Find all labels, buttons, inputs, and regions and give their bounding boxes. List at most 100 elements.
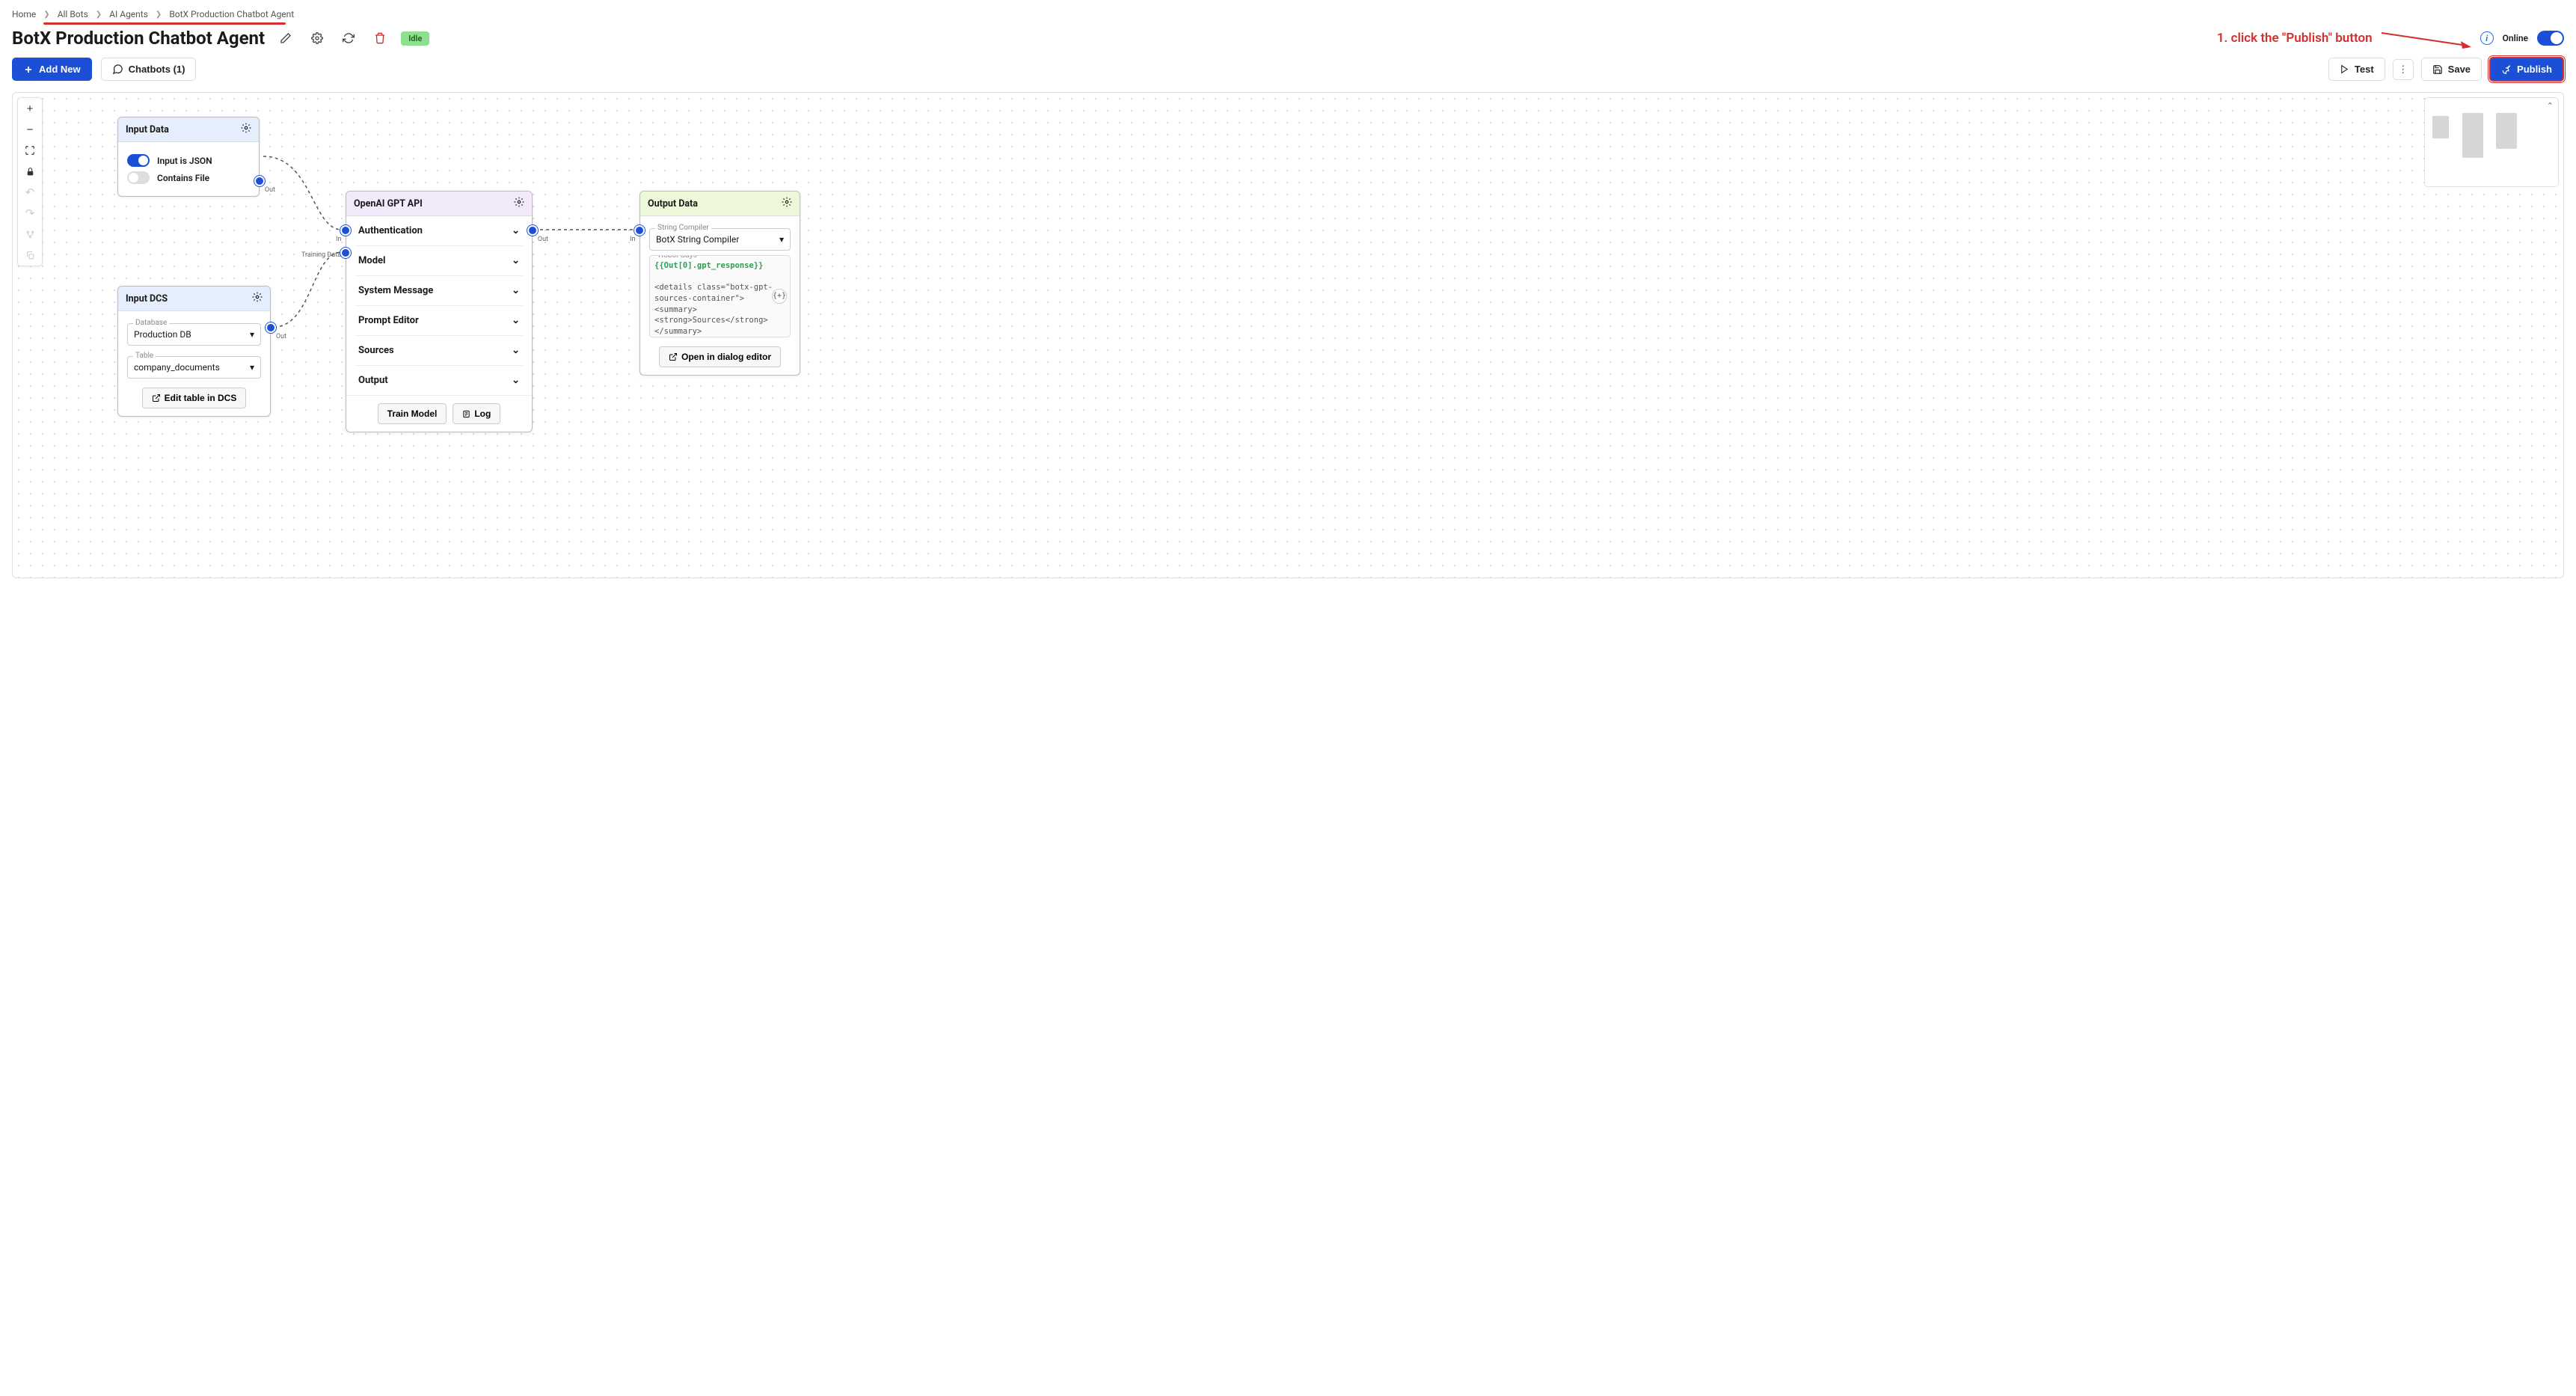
- publish-label: Publish: [2517, 64, 2552, 75]
- field-label: Robot Says: [656, 255, 699, 261]
- accordion-model[interactable]: Model⌄: [355, 245, 523, 275]
- port-label: Training Data: [301, 251, 341, 259]
- open-dialog-editor-button[interactable]: Open in dialog editor: [659, 346, 781, 367]
- breadcrumb-all-bots[interactable]: All Bots: [58, 9, 88, 19]
- button-label: Edit table in DCS: [165, 393, 237, 403]
- online-label: Online: [2503, 33, 2528, 43]
- field-label: Table: [133, 352, 156, 360]
- train-model-button[interactable]: Train Model: [378, 403, 447, 424]
- robot-says-editor[interactable]: Robot Says {{Out[0].gpt_response}} <deta…: [649, 255, 791, 337]
- copy-icon: [18, 245, 42, 266]
- gear-icon[interactable]: [307, 28, 328, 49]
- log-button[interactable]: Log: [453, 403, 500, 424]
- field-label: String Compiler: [655, 224, 711, 232]
- status-badge: Idle: [401, 31, 429, 46]
- breadcrumb-ai-agents[interactable]: AI Agents: [109, 9, 148, 19]
- port-training[interactable]: [340, 248, 351, 258]
- lock-icon[interactable]: [18, 161, 42, 182]
- gear-icon[interactable]: [241, 123, 251, 136]
- breadcrumb-home[interactable]: Home: [12, 9, 36, 19]
- node-input-dcs[interactable]: Input DCS Database Production DB ▾ Table…: [117, 286, 271, 417]
- online-toggle[interactable]: [2537, 31, 2564, 46]
- chatbots-label: Chatbots (1): [129, 64, 185, 75]
- edit-icon[interactable]: [275, 28, 296, 49]
- port-out[interactable]: [266, 322, 276, 333]
- zoom-out-icon[interactable]: −: [18, 119, 42, 140]
- minimap-collapse-icon[interactable]: ⌃: [2547, 101, 2554, 111]
- chevron-down-icon: ▾: [250, 329, 254, 340]
- gear-icon[interactable]: [252, 292, 263, 305]
- page-title: BotX Production Chatbot Agent: [12, 28, 265, 49]
- select-value: BotX String Compiler: [656, 234, 739, 245]
- branch-icon: [18, 224, 42, 245]
- zoom-in-icon[interactable]: +: [18, 98, 42, 119]
- port-in[interactable]: [340, 225, 351, 236]
- save-button[interactable]: Save: [2421, 58, 2482, 81]
- node-gpt-api[interactable]: OpenAI GPT API Authentication⌄ Model⌄ Sy…: [346, 191, 533, 432]
- more-icon[interactable]: ⋮: [2393, 59, 2414, 80]
- chevron-down-icon: ⌄: [512, 255, 520, 266]
- fullscreen-icon[interactable]: [18, 140, 42, 161]
- test-button[interactable]: Test: [2328, 58, 2385, 81]
- accordion-authentication[interactable]: Authentication⌄: [355, 216, 523, 245]
- gear-icon[interactable]: [782, 197, 792, 210]
- node-input-data[interactable]: Input Data Input is JSON Contains File O…: [117, 117, 260, 197]
- contains-file-toggle[interactable]: [127, 171, 150, 184]
- port-out[interactable]: [527, 225, 538, 236]
- node-title: Input Data: [126, 124, 169, 135]
- node-output-data[interactable]: Output Data String Compiler BotX String …: [640, 191, 800, 376]
- chevron-right-icon: ❯: [156, 10, 162, 19]
- add-new-label: Add New: [39, 64, 81, 75]
- refresh-icon[interactable]: [338, 28, 359, 49]
- breadcrumb: Home ❯ All Bots ❯ AI Agents ❯ BotX Produ…: [0, 0, 2576, 24]
- gear-icon[interactable]: [514, 197, 524, 210]
- chevron-down-icon: ⌄: [512, 345, 520, 356]
- node-title: Output Data: [648, 198, 698, 209]
- select-value: company_documents: [134, 362, 220, 373]
- port-label: Out: [265, 186, 275, 194]
- accordion-output[interactable]: Output⌄: [355, 365, 523, 395]
- edit-table-button[interactable]: Edit table in DCS: [142, 388, 247, 408]
- save-label: Save: [2448, 64, 2471, 75]
- chevron-down-icon: ⌄: [512, 375, 520, 386]
- accordion-system-message[interactable]: System Message⌄: [355, 275, 523, 305]
- add-new-button[interactable]: Add New: [12, 58, 92, 81]
- field-label: Database: [133, 319, 169, 327]
- chevron-down-icon: ▾: [250, 362, 254, 373]
- node-title: OpenAI GPT API: [354, 198, 423, 209]
- undo-icon: ↶: [18, 182, 42, 203]
- input-json-toggle[interactable]: [127, 154, 150, 167]
- annotation-underline: [43, 22, 286, 25]
- chevron-right-icon: ❯: [43, 10, 49, 19]
- accordion-prompt-editor[interactable]: Prompt Editor⌄: [355, 305, 523, 335]
- chevron-down-icon: ⌄: [512, 315, 520, 326]
- test-label: Test: [2355, 64, 2374, 75]
- port-label: Out: [538, 236, 548, 243]
- port-out[interactable]: [254, 176, 265, 186]
- port-in[interactable]: [634, 225, 645, 236]
- info-icon[interactable]: i: [2480, 31, 2494, 45]
- publish-button[interactable]: Publish: [2489, 57, 2564, 82]
- chevron-right-icon: ❯: [96, 10, 102, 19]
- redo-icon: ↷: [18, 203, 42, 224]
- minimap[interactable]: ⌃: [2424, 97, 2559, 187]
- annotation-text: 1. click the "Publish" button: [2217, 31, 2373, 46]
- toggle-label: Contains File: [157, 173, 209, 183]
- button-label: Open in dialog editor: [681, 352, 771, 362]
- chevron-down-icon: ⌄: [512, 225, 520, 236]
- port-label: Out: [276, 333, 286, 340]
- annotation-arrow: [2382, 27, 2471, 49]
- accordion-sources[interactable]: Sources⌄: [355, 335, 523, 365]
- canvas-toolbar: + − ↶ ↷: [17, 97, 43, 266]
- toggle-label: Input is JSON: [157, 156, 212, 166]
- select-value: Production DB: [134, 329, 191, 340]
- node-title: Input DCS: [126, 293, 168, 304]
- expand-icon[interactable]: {+}: [772, 289, 787, 304]
- port-label: In: [336, 236, 341, 243]
- port-label: In: [630, 236, 635, 243]
- trash-icon[interactable]: [369, 28, 390, 49]
- breadcrumb-current: BotX Production Chatbot Agent: [169, 9, 294, 19]
- chevron-down-icon: ⌄: [512, 285, 520, 296]
- flow-canvas[interactable]: + − ↶ ↷ ⌃ Input Data Input is JSON: [12, 92, 2564, 578]
- chatbots-button[interactable]: Chatbots (1): [101, 58, 197, 81]
